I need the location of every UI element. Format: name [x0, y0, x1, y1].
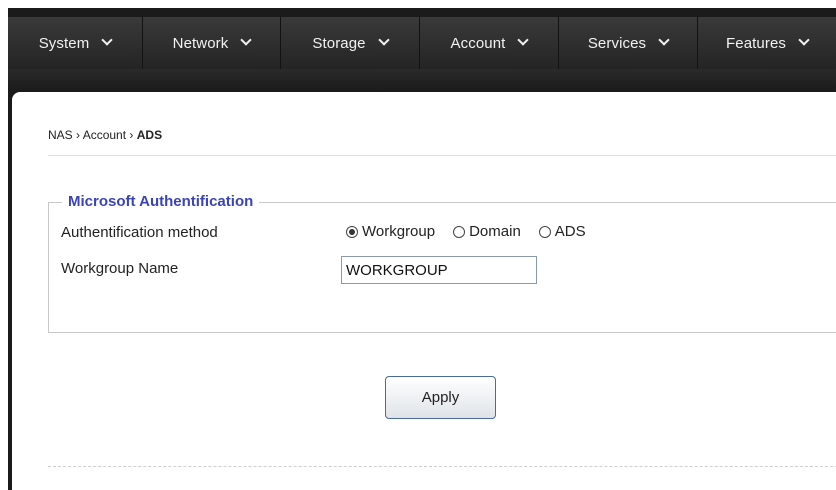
workgroup-name-label: Workgroup Name	[61, 260, 179, 277]
chevron-down-icon	[240, 34, 253, 46]
radio-workgroup-label: Workgroup	[362, 223, 436, 240]
chevron-down-icon	[517, 34, 530, 46]
content-panel: NAS › Account › ADS Microsoft Authentifi…	[12, 92, 836, 490]
dashed-divider	[48, 466, 836, 467]
nav-storage[interactable]: Storage	[281, 17, 420, 69]
nav-system-label: System	[38, 34, 90, 52]
breadcrumb: NAS › Account › ADS	[48, 128, 162, 142]
breadcrumb-separator: ›	[129, 128, 134, 142]
breadcrumb-nas[interactable]: NAS	[48, 128, 73, 142]
divider	[48, 155, 836, 156]
nav-features[interactable]: Features	[698, 17, 836, 69]
nav-account-label: Account	[450, 34, 506, 52]
nav-storage-label: Storage	[312, 34, 366, 52]
chevron-down-icon	[658, 34, 670, 46]
breadcrumb-separator: ›	[76, 128, 81, 142]
chevron-down-icon	[377, 34, 390, 46]
chevron-down-icon	[798, 34, 810, 46]
breadcrumb-account[interactable]: Account	[83, 128, 126, 142]
sub-bar	[8, 69, 836, 91]
chevron-down-icon	[101, 34, 113, 46]
apply-button[interactable]: Apply	[385, 376, 496, 419]
auth-method-label: Authentification method	[61, 224, 218, 241]
nav-network-label: Network	[172, 34, 229, 52]
breadcrumb-current: ADS	[136, 128, 163, 142]
workgroup-name-input[interactable]	[341, 256, 537, 284]
radio-workgroup[interactable]: Workgroup	[346, 223, 435, 240]
radio-domain[interactable]: Domain	[453, 223, 521, 240]
radio-checked-icon	[346, 225, 358, 238]
fieldset-legend: Microsoft Authentification	[62, 193, 260, 210]
nav-network[interactable]: Network	[143, 17, 281, 69]
nav-services-label: Services	[587, 34, 647, 52]
nav-system[interactable]: System	[8, 17, 143, 69]
top-nav: System Network Storage Account Services …	[8, 17, 836, 69]
nav-features-label: Features	[726, 34, 786, 52]
radio-domain-label: Domain	[469, 223, 521, 240]
radio-ads[interactable]: ADS	[538, 223, 586, 240]
auth-method-radios: Workgroup Domain ADS	[346, 223, 604, 240]
radio-unchecked-icon	[453, 225, 466, 238]
radio-unchecked-icon	[538, 225, 551, 238]
nav-account[interactable]: Account	[420, 17, 559, 69]
radio-ads-label: ADS	[554, 223, 586, 240]
nav-services[interactable]: Services	[559, 17, 698, 69]
